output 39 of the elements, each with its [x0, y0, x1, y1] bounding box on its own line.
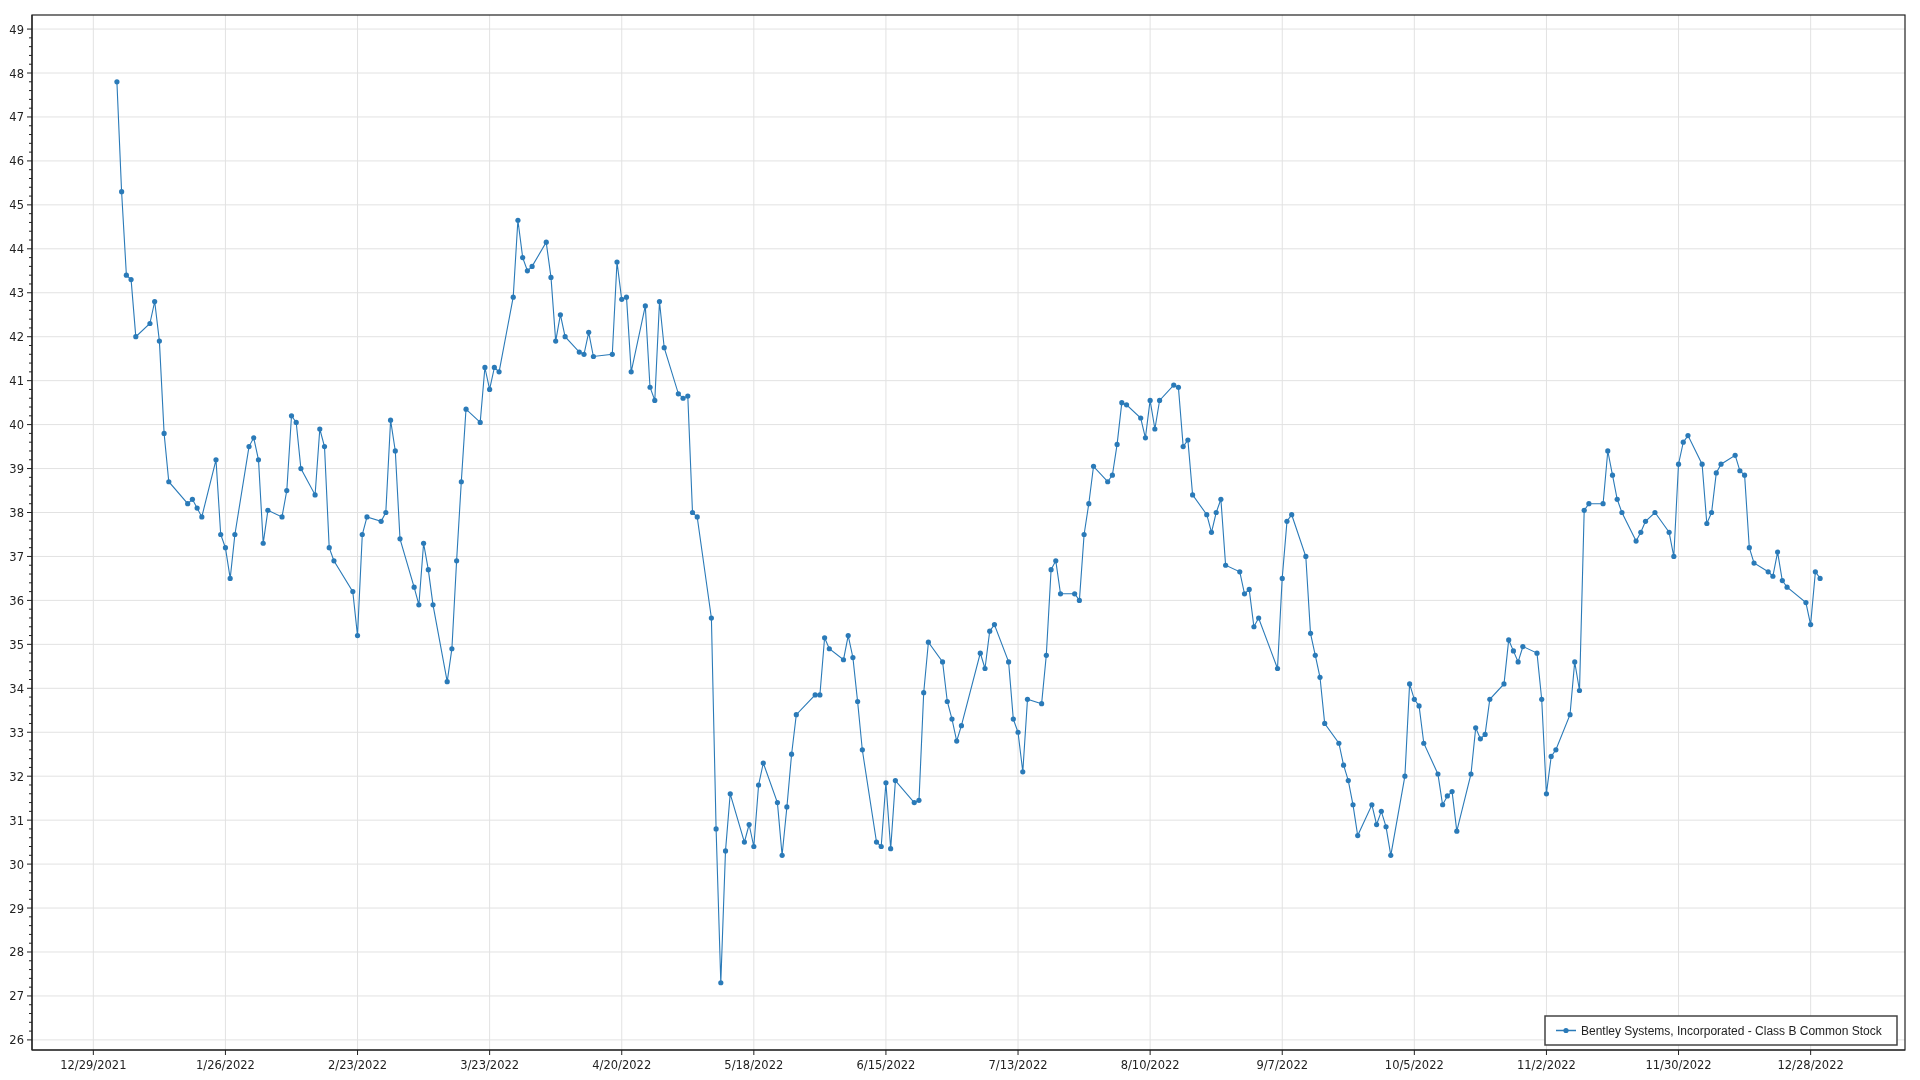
y-tick-label: 26	[9, 1033, 24, 1048]
x-tick-label: 6/15/2022	[856, 1058, 916, 1072]
x-tick-label: 11/2/2022	[1516, 1058, 1576, 1072]
x-tick-label: 11/30/2022	[1645, 1058, 1712, 1072]
y-tick-label: 33	[9, 725, 24, 740]
y-tick-label: 32	[9, 769, 24, 784]
y-tick-label: 45	[9, 198, 24, 213]
y-tick-label: 36	[9, 593, 24, 608]
y-tick-label: 39	[9, 462, 24, 477]
y-tick-label: 35	[9, 637, 24, 652]
y-tick-label: 34	[9, 681, 24, 696]
x-tick-label: 3/23/2022	[460, 1058, 520, 1072]
x-tick-label: 12/28/2022	[1777, 1058, 1844, 1072]
y-tick-label: 42	[9, 330, 24, 345]
x-tick-label: 10/5/2022	[1384, 1058, 1444, 1072]
x-tick-label: 7/13/2022	[988, 1058, 1048, 1072]
y-tick-label: 41	[9, 374, 24, 389]
y-tick-label: 31	[9, 813, 24, 828]
y-tick-label: 40	[9, 418, 24, 433]
x-tick-label: 12/29/2021	[60, 1058, 127, 1072]
y-tick-label: 47	[9, 110, 24, 125]
x-tick-label: 1/26/2022	[195, 1058, 255, 1072]
y-tick-label: 38	[9, 506, 24, 520]
y-tick-label: 48	[9, 66, 24, 81]
y-tick-label: 49	[9, 22, 24, 37]
y-tick-label: 29	[9, 901, 24, 916]
legend-label: Bentley Systems, Incorporated - Class B Common Stock	[1581, 1024, 1882, 1038]
y-tick-label: 28	[9, 945, 24, 960]
y-tick-label: 44	[9, 242, 24, 257]
x-tick-label: 2/23/2022	[328, 1058, 387, 1072]
y-tick-label: 30	[9, 857, 24, 872]
y-tick-label: 43	[9, 286, 24, 301]
x-tick-label: 9/7/2022	[1256, 1058, 1309, 1072]
y-tick-label: 37	[9, 549, 24, 564]
x-tick-label: 4/20/2022	[592, 1058, 652, 1072]
x-tick-label: 5/18/2022	[724, 1058, 784, 1072]
y-tick-label: 27	[9, 989, 24, 1004]
x-tick-label: 8/10/2022	[1120, 1058, 1180, 1072]
y-tick-label: 46	[9, 154, 24, 169]
